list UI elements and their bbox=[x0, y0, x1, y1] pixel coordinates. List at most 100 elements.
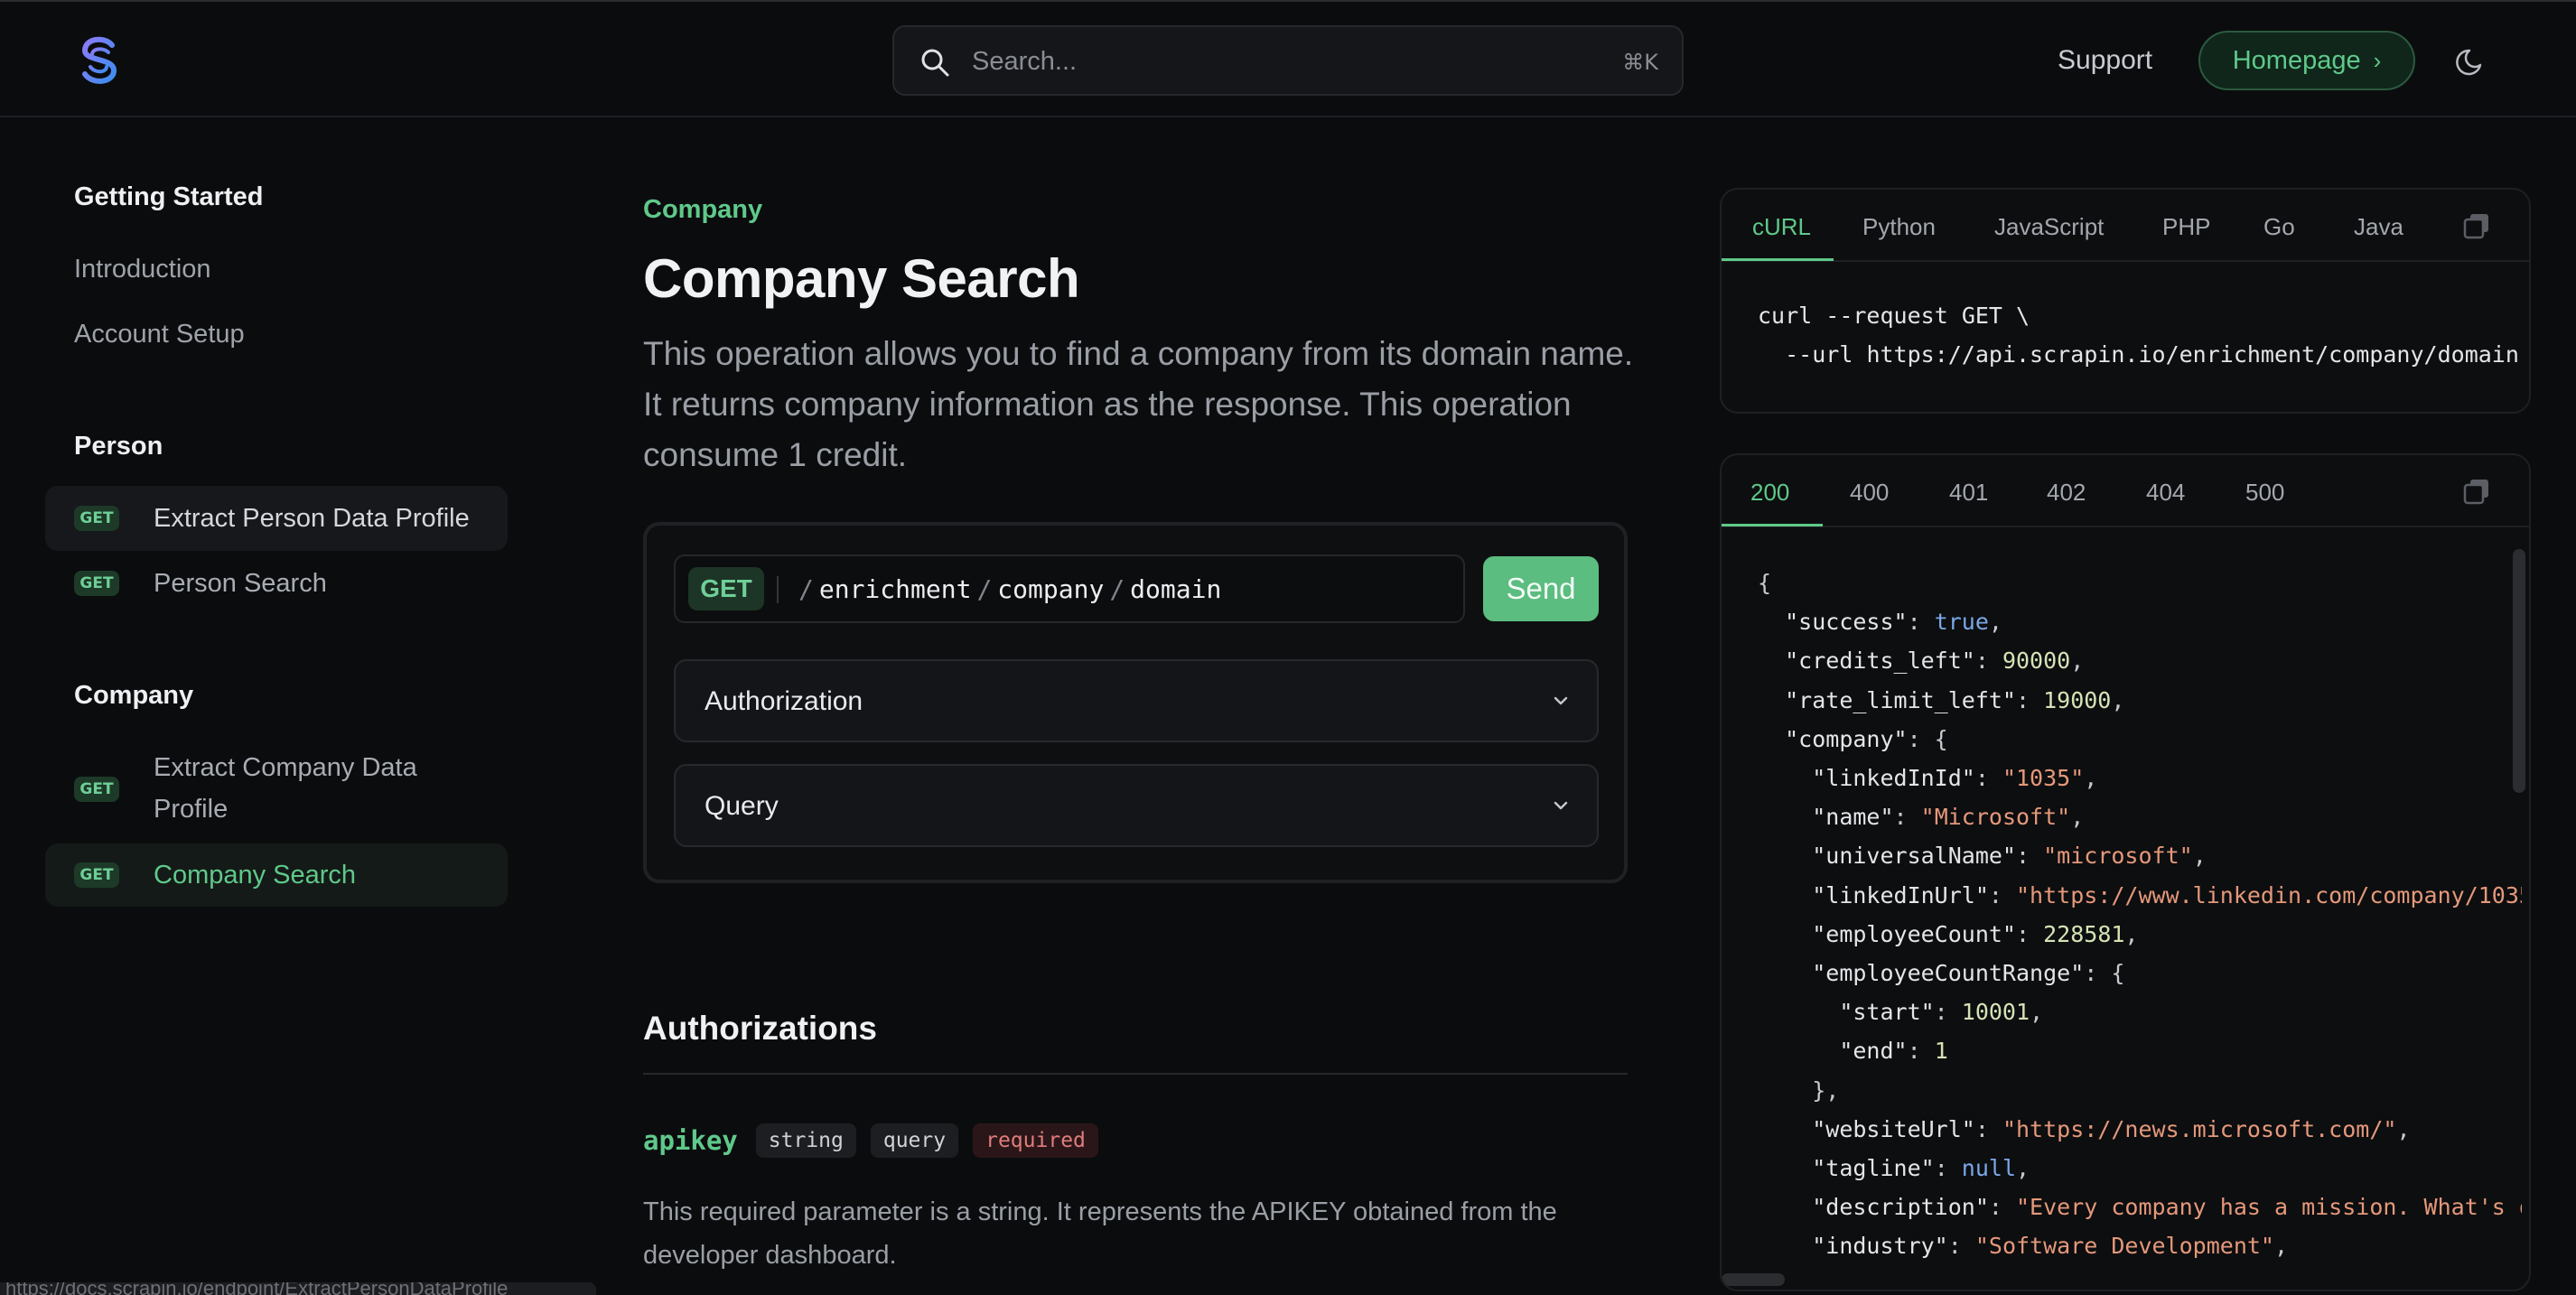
search-placeholder: Search... bbox=[972, 47, 1078, 76]
chevron-down-icon bbox=[1554, 801, 1568, 810]
copy-icon[interactable] bbox=[2462, 477, 2491, 506]
json-value: null bbox=[1961, 1155, 2017, 1182]
vertical-scrollbar[interactable] bbox=[2513, 549, 2525, 793]
homepage-label: Homepage bbox=[2232, 45, 2361, 75]
method-badge: GET bbox=[74, 506, 119, 531]
param-apikey: apikey string query required bbox=[643, 1123, 1098, 1158]
code-token: --request bbox=[1825, 303, 1948, 329]
tab-python[interactable]: Python bbox=[1862, 213, 1936, 241]
sidebar-item-introduction[interactable]: Introduction bbox=[74, 255, 211, 284]
param-name: apikey bbox=[643, 1125, 738, 1156]
path-segment: company bbox=[997, 574, 1105, 604]
chevron-right-icon: › bbox=[2373, 46, 2382, 74]
page-title: Company Search bbox=[643, 248, 1080, 309]
sidebar-item-extract-person-data-profile[interactable]: GET Extract Person Data Profile bbox=[45, 486, 508, 551]
copy-icon[interactable] bbox=[2462, 211, 2491, 240]
section-divider bbox=[643, 1073, 1628, 1075]
param-required-tag: required bbox=[973, 1123, 1098, 1158]
top-header: Search... ⌘K Support Homepage › bbox=[0, 2, 2576, 117]
tab-curl[interactable]: cURL bbox=[1752, 213, 1811, 241]
param-location-tag: query bbox=[870, 1123, 959, 1158]
authorizations-heading: Authorizations bbox=[643, 1010, 877, 1047]
json-value: true bbox=[1934, 609, 1989, 636]
sidebar-item-label: Person Search bbox=[154, 569, 327, 598]
json-value: "Microsoft" bbox=[1920, 804, 2071, 831]
tab-java[interactable]: Java bbox=[2354, 213, 2403, 241]
browser-status-bar: https://docs.scrapin.io/endpoint/Extract… bbox=[0, 1282, 596, 1295]
method-badge-get: GET bbox=[688, 567, 764, 610]
endpoint-url-bar: GET / enrichment / company / domain bbox=[674, 554, 1465, 623]
search-shortcut-hint: ⌘K bbox=[1622, 50, 1658, 75]
curl-code-block: curl --request GET \ --url https://api.s… bbox=[1758, 296, 2519, 374]
support-link[interactable]: Support bbox=[2058, 45, 2152, 76]
sidebar-item-label: Extract Person Data Profile bbox=[154, 504, 470, 533]
page-description: This operation allows you to find a comp… bbox=[643, 335, 1634, 473]
sidebar-section-person: Person bbox=[74, 432, 163, 461]
authorization-accordion[interactable]: Authorization bbox=[674, 659, 1599, 742]
request-code-panel: cURL Python JavaScript PHP Go Java curl … bbox=[1720, 188, 2531, 414]
tab-404[interactable]: 404 bbox=[2146, 479, 2185, 507]
sidebar-item-label-line1: Extract Company Data bbox=[154, 753, 417, 782]
sidebar-item-company-search[interactable]: GET Company Search bbox=[45, 843, 508, 907]
language-tabs: cURL Python JavaScript PHP Go Java bbox=[1722, 190, 2529, 262]
sidebar-item-label-line2: Profile bbox=[154, 795, 229, 824]
json-value: 19000 bbox=[2043, 686, 2112, 713]
status-code-tabs: 200 400 401 402 404 500 bbox=[1722, 455, 2529, 527]
status-url: https://docs.scrapin.io/endpoint/Extract… bbox=[5, 1282, 509, 1295]
search-bar[interactable]: Search... ⌘K bbox=[892, 25, 1684, 96]
param-type-tag: string bbox=[755, 1123, 856, 1158]
method-badge: GET bbox=[74, 862, 119, 888]
method-badge: GET bbox=[74, 777, 119, 802]
response-code-panel: 200 400 401 402 404 500 { "success": tru… bbox=[1720, 453, 2531, 1291]
sidebar-section-getting-started: Getting Started bbox=[74, 182, 264, 211]
tab-400[interactable]: 400 bbox=[1850, 479, 1889, 507]
active-tab-indicator bbox=[1722, 258, 1834, 261]
page-eyebrow: Company bbox=[643, 195, 763, 224]
active-tab-indicator bbox=[1722, 524, 1823, 526]
code-token: \ bbox=[2016, 303, 2030, 329]
accordion-label: Query bbox=[705, 791, 779, 821]
code-token: curl bbox=[1758, 303, 1813, 329]
tab-go[interactable]: Go bbox=[2263, 213, 2295, 241]
sidebar-section-company: Company bbox=[74, 681, 194, 710]
response-json-block: { "success": true, "credits_left": 90000… bbox=[1758, 564, 2522, 1266]
json-value: 10001 bbox=[1961, 999, 2030, 1026]
tab-javascript[interactable]: JavaScript bbox=[1994, 213, 2104, 241]
chevron-down-icon bbox=[1554, 696, 1568, 705]
tab-401[interactable]: 401 bbox=[1949, 479, 1988, 507]
json-value: "1035" bbox=[2002, 765, 2085, 792]
tab-200[interactable]: 200 bbox=[1750, 479, 1789, 507]
scrapin-logo-icon[interactable] bbox=[72, 33, 126, 87]
json-value: "https://news.microsoft.com/" bbox=[2002, 1115, 2397, 1142]
json-value: 228581 bbox=[2043, 920, 2125, 947]
tab-500[interactable]: 500 bbox=[2245, 479, 2284, 507]
homepage-button[interactable]: Homepage › bbox=[2198, 31, 2415, 90]
endpoint-path: / enrichment / company / domain bbox=[798, 574, 1222, 604]
horizontal-scrollbar[interactable] bbox=[1722, 1273, 1785, 1286]
accordion-label: Authorization bbox=[705, 686, 863, 716]
sidebar-item-person-search[interactable]: GET Person Search bbox=[45, 551, 508, 616]
json-value: 90000 bbox=[2002, 648, 2071, 675]
sidebar-item-account-setup[interactable]: Account Setup bbox=[74, 320, 245, 349]
query-accordion[interactable]: Query bbox=[674, 764, 1599, 847]
code-token: GET bbox=[1961, 303, 2002, 329]
json-value: "https://www.linkedin.com/company/1035" bbox=[2016, 881, 2522, 908]
json-value: "microsoft" bbox=[2043, 843, 2193, 870]
method-badge: GET bbox=[74, 571, 119, 596]
path-segment: enrichment bbox=[818, 574, 972, 604]
sidebar-item-extract-company-data-profile[interactable]: GET Extract Company Data Profile bbox=[45, 742, 508, 836]
tab-php[interactable]: PHP bbox=[2162, 213, 2210, 241]
send-button[interactable]: Send bbox=[1483, 556, 1599, 621]
search-icon bbox=[921, 49, 949, 77]
code-token: --url bbox=[1785, 341, 1853, 368]
json-value: "Software Development" bbox=[1974, 1233, 2274, 1260]
code-token: https://api.scrapin.io/enrichment/compan… bbox=[1866, 341, 2519, 368]
tab-402[interactable]: 402 bbox=[2047, 479, 2086, 507]
json-value: "Every company has a mission. What's our bbox=[2016, 1194, 2522, 1221]
api-playground: GET / enrichment / company / domain Send Auth… bbox=[643, 522, 1628, 883]
sidebar-item-label: Company Search bbox=[154, 861, 357, 890]
param-description: This required parameter is a string. It … bbox=[643, 1197, 1557, 1270]
moon-icon[interactable] bbox=[2455, 43, 2489, 78]
path-segment: domain bbox=[1130, 574, 1222, 604]
divider bbox=[777, 576, 779, 603]
